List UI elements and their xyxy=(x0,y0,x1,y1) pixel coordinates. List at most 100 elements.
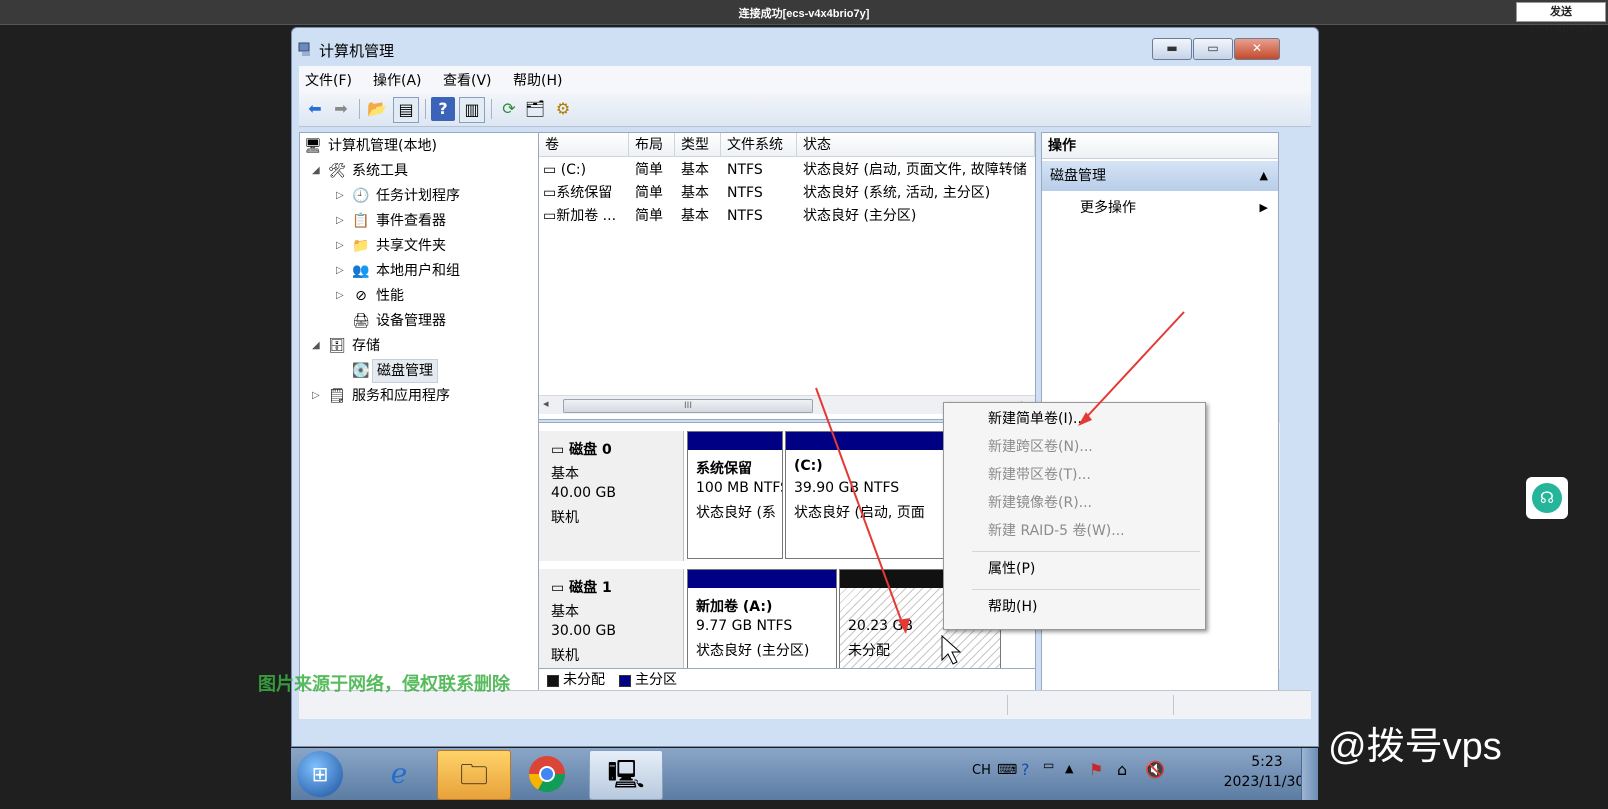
actions-header: 操作 xyxy=(1042,133,1278,159)
volume-name: ▭系统保留 xyxy=(543,182,629,205)
more-actions-label: 更多操作 xyxy=(1080,200,1136,216)
computer-management-window: 计算机管理 ▬ ▭ ✕ 文件(F) 操作(A) 查看(V) 帮助(H) ⬅ ➡ … xyxy=(291,27,1319,747)
context-menu: 新建简单卷(I)... 新建跨区卷(N)... 新建带区卷(T)... 新建镜像… xyxy=(943,402,1206,630)
tree-node-device-manager[interactable]: 🖨 设备管理器 xyxy=(300,309,536,333)
tree-node-shared-folders[interactable]: ▷ 📁 共享文件夹 xyxy=(300,234,536,258)
menu-item-properties[interactable]: 属性(P) xyxy=(944,555,1205,583)
partition-size: 100 MB NTFS xyxy=(696,480,783,496)
more-actions-item[interactable]: 更多操作 ▶ xyxy=(1080,195,1276,221)
computer-management-icon xyxy=(298,41,314,57)
drive-icon: ▭ xyxy=(543,208,557,224)
tree-node-performance[interactable]: ▷ ⊘ 性能 xyxy=(300,284,536,308)
network-icon[interactable]: ⌂ xyxy=(1117,760,1127,779)
toolbar-separator xyxy=(491,99,492,119)
tree-node-event-viewer[interactable]: ▷ 📋 事件查看器 xyxy=(300,209,536,233)
tree-node-system-tools[interactable]: ◢ 🛠 系统工具 xyxy=(300,159,536,183)
show-hidden-icons-icon[interactable]: ▲ xyxy=(1065,762,1073,775)
partition-system-reserved[interactable]: 系统保留 100 MB NTFS 状态良好 (系 xyxy=(687,431,783,559)
disk-1-label[interactable]: ▭ 磁盘 1 基本 30.00 GB 联机 xyxy=(539,569,684,669)
volume-row[interactable]: ▭系统保留 简单 基本 NTFS 状态良好 (系统, 活动, 主分区) xyxy=(539,182,1035,205)
collapsed-arrow-icon[interactable]: ▷ xyxy=(312,384,320,408)
horizontal-scroll-thumb[interactable]: III xyxy=(563,399,813,413)
collapsed-arrow-icon[interactable]: ▷ xyxy=(336,259,344,283)
minimize-button[interactable]: ▬ xyxy=(1152,38,1192,60)
show-action-pane-icon[interactable]: ▥ xyxy=(459,97,485,123)
tree-node-computer-management[interactable]: 🖥 计算机管理(本地) xyxy=(300,134,536,158)
chrome-icon[interactable] xyxy=(511,750,583,798)
services-icon: 🗒 xyxy=(328,388,346,404)
refresh-icon[interactable]: ⟳ xyxy=(497,97,521,121)
clock-time[interactable]: 5:23 xyxy=(1227,754,1307,770)
status-divider xyxy=(1173,695,1174,715)
back-icon[interactable]: ⬅ xyxy=(303,97,327,121)
properties-icon[interactable]: 🗂 xyxy=(523,97,547,121)
menu-file[interactable]: 文件(F) xyxy=(305,70,352,90)
column-header-type[interactable]: 类型 xyxy=(675,133,721,157)
settings-icon[interactable]: ⚙ xyxy=(551,97,575,121)
tree-node-disk-management[interactable]: 💽 磁盘管理 xyxy=(300,359,536,383)
start-button[interactable]: ⊞ xyxy=(297,751,343,797)
disk-0-title: ▭ 磁盘 0 xyxy=(551,439,612,459)
toolbar-separator xyxy=(425,99,426,119)
tree-node-storage[interactable]: ◢ 🗄 存储 xyxy=(300,334,536,358)
menu-item-new-spanned-volume: 新建跨区卷(N)... xyxy=(988,439,1093,455)
partition-new-volume-a[interactable]: 新加卷 (A:) 9.77 GB NTFS 状态良好 (主分区) xyxy=(687,569,837,669)
internet-explorer-icon[interactable]: ℯ xyxy=(363,750,435,798)
column-header-volume[interactable]: 卷 xyxy=(539,133,629,157)
action-center-icon[interactable]: ⚑ xyxy=(1089,760,1103,779)
file-explorer-icon[interactable]: 🗀 xyxy=(437,750,511,800)
menu-item-new-simple-volume[interactable]: 新建简单卷(I)... xyxy=(944,405,1205,433)
remote-session-title: 连接成功[ecs-v4x4brio7y] xyxy=(738,8,870,20)
up-folder-icon[interactable]: 📂 xyxy=(365,97,389,121)
help-tray-icon[interactable]: ? xyxy=(1021,760,1030,779)
actions-section-disk-management[interactable]: 磁盘管理 ▲ xyxy=(1042,161,1278,191)
disk-0-label[interactable]: ▭ 磁盘 0 基本 40.00 GB 联机 xyxy=(539,431,684,561)
collapsed-arrow-icon[interactable]: ▷ xyxy=(336,184,344,208)
tree-label: 本地用户和组 xyxy=(376,263,460,279)
navigation-tree: 🖥 计算机管理(本地) ◢ 🛠 系统工具 ▷ 🕘 任务计划程序 ▷ 📋 事件查看… xyxy=(299,132,539,704)
display-icon[interactable]: ▭ xyxy=(1043,758,1054,772)
collapsed-arrow-icon[interactable]: ▷ xyxy=(336,209,344,233)
menu-item-help[interactable]: 帮助(H) xyxy=(944,593,1205,621)
column-header-status[interactable]: 状态 xyxy=(797,133,1035,157)
help-icon[interactable]: ? xyxy=(431,97,455,121)
volume-row[interactable]: ▭ (C:) 简单 基本 NTFS 状态良好 (启动, 页面文件, 故障转储 xyxy=(539,159,1035,182)
toolbar-separator xyxy=(359,99,360,119)
input-language-indicator[interactable]: CH xyxy=(972,763,991,778)
tree-node-services-apps[interactable]: ▷ 🗒 服务和应用程序 xyxy=(300,384,536,408)
volume-status: 状态良好 (系统, 活动, 主分区) xyxy=(803,185,991,201)
show-desktop-button[interactable] xyxy=(1301,748,1318,800)
expanded-arrow-icon[interactable]: ◢ xyxy=(312,334,320,358)
expanded-arrow-icon[interactable]: ◢ xyxy=(312,159,320,183)
tree-node-task-scheduler[interactable]: ▷ 🕘 任务计划程序 xyxy=(300,184,536,208)
window-title: 计算机管理 xyxy=(319,42,395,60)
collapsed-arrow-icon[interactable]: ▷ xyxy=(336,284,344,308)
tree-label: 任务计划程序 xyxy=(376,188,460,204)
scroll-left-icon[interactable]: ◂ xyxy=(543,397,549,410)
column-header-filesystem[interactable]: 文件系统 xyxy=(721,133,797,157)
collapse-up-icon[interactable]: ▲ xyxy=(1260,161,1268,191)
volume-muted-icon[interactable]: 🔇 xyxy=(1145,760,1165,779)
forward-icon[interactable]: ➡ xyxy=(329,97,353,121)
maximize-button[interactable]: ▭ xyxy=(1193,38,1233,60)
volume-name-text: 新加卷 ... xyxy=(556,208,617,224)
menu-action[interactable]: 操作(A) xyxy=(373,70,422,90)
menu-view[interactable]: 查看(V) xyxy=(443,70,492,90)
tree-label: 存储 xyxy=(352,338,380,354)
send-ctrl-alt-del-button[interactable]: 发送 Ctrl+Alt+Del xyxy=(1516,2,1606,36)
volume-row[interactable]: ▭新加卷 ... 简单 基本 NTFS 状态良好 (主分区) xyxy=(539,205,1035,228)
tree-label: 磁盘管理 xyxy=(372,359,438,383)
disk-icon: ▭ xyxy=(551,442,570,458)
unallocated-swatch xyxy=(547,675,559,687)
tree-node-local-users[interactable]: ▷ 👥 本地用户和组 xyxy=(300,259,536,283)
keyboard-icon[interactable]: ⌨ xyxy=(997,762,1017,778)
column-header-layout[interactable]: 布局 xyxy=(629,133,675,157)
computer-management-task-icon[interactable]: 🖳 xyxy=(589,750,663,800)
show-hide-tree-icon[interactable]: ▤ xyxy=(393,97,419,123)
support-chat-button[interactable]: ☊ xyxy=(1526,477,1568,519)
menu-help[interactable]: 帮助(H) xyxy=(513,70,562,90)
collapsed-arrow-icon[interactable]: ▷ xyxy=(336,234,344,258)
tree-label: 事件查看器 xyxy=(376,213,446,229)
disk-type: 基本 xyxy=(551,604,579,620)
close-button[interactable]: ✕ xyxy=(1234,38,1280,60)
